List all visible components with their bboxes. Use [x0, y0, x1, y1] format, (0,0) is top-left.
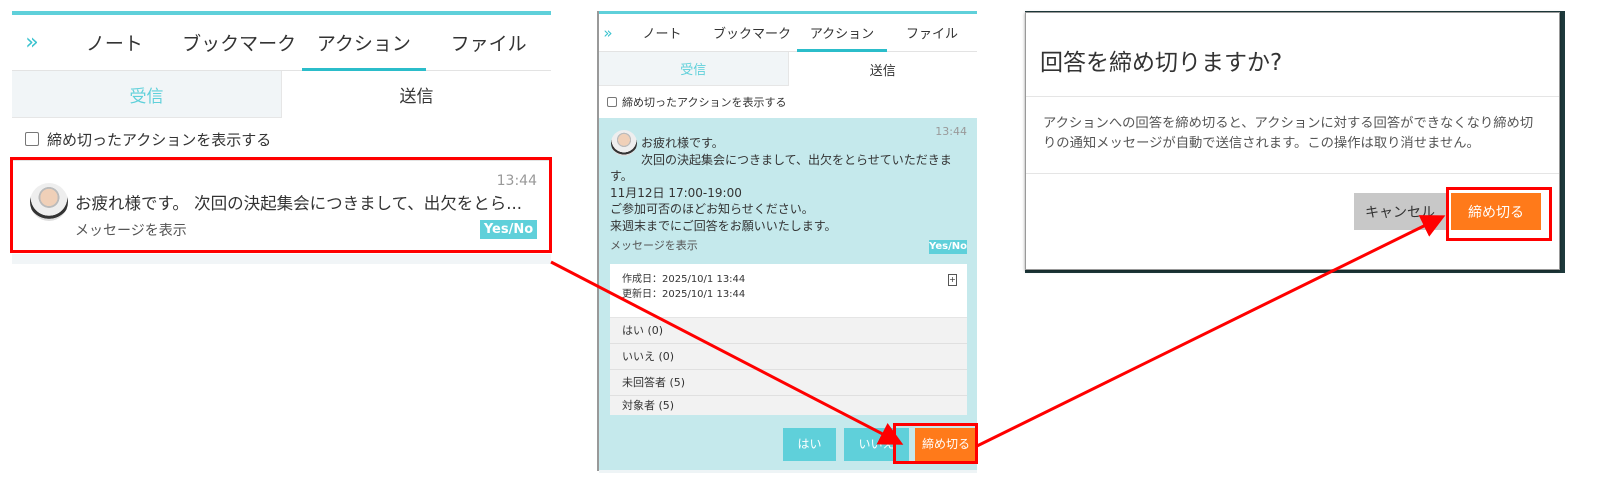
arrow-to-close-button [550, 260, 904, 445]
arrow-to-confirm-button [976, 215, 1446, 448]
annotation-arrows [550, 215, 1446, 448]
